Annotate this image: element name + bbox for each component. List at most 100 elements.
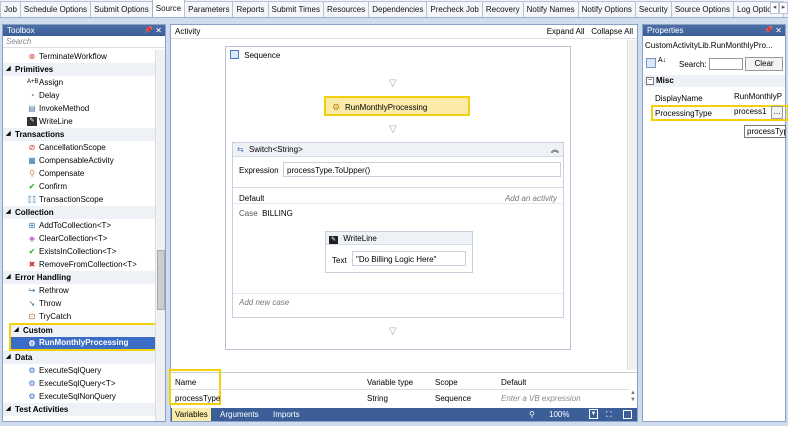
tab-imports[interactable]: Imports <box>273 408 300 421</box>
variable-name-cell[interactable]: processType <box>175 394 220 403</box>
pin-icon[interactable]: 📌 <box>764 25 773 36</box>
tab-submit-options[interactable]: Submit Options <box>90 1 153 17</box>
tab-parameters[interactable]: Parameters <box>184 1 234 17</box>
prop-value-processingtype[interactable]: process1 <box>734 107 770 116</box>
properties-clear-button[interactable]: Clear <box>745 57 783 71</box>
zoom-search-icon[interactable]: ⚲ <box>529 408 535 421</box>
tab-scroll-left-icon[interactable]: ◂ <box>770 2 779 14</box>
toolbox-category-error-handling[interactable]: ◢ Error Handling <box>3 271 155 284</box>
col-header-variable-type: Variable type <box>367 378 414 387</box>
tab-submit-times[interactable]: Submit Times <box>267 1 324 17</box>
grid-scroll-icon[interactable]: ▲ ▼ <box>630 390 636 404</box>
tab-variables[interactable]: Variables <box>172 408 211 421</box>
tab-scroll-right-icon[interactable]: ▸ <box>779 2 788 14</box>
variable-scope-cell[interactable]: Sequence <box>435 394 471 403</box>
toolbox-item-confirm[interactable]: ✔ Confirm <box>3 180 155 193</box>
toolbox-item-addtocollection[interactable]: ⊞ AddToCollection<T> <box>3 219 155 232</box>
switch-activity[interactable]: ⇆ Switch<String> ︽ Expression processTyp… <box>232 142 564 318</box>
toolbox-panel: Toolbox 📌 ✕ Search ⊗ TerminateWorkflow ◢ P… <box>2 24 166 422</box>
toolbox-item-writeline[interactable]: ✎ WriteLine <box>3 115 155 128</box>
designer-scrollbar[interactable] <box>627 40 637 370</box>
case-divider <box>233 203 563 204</box>
toolbox-item-executesqlnonquery[interactable]: ⚙ ExecuteSqlNonQuery <box>3 390 155 403</box>
toolbox-category-data[interactable]: ◢ Data <box>3 351 155 364</box>
toolbox-item-terminateworkflow[interactable]: ⊗ TerminateWorkflow <box>3 50 155 63</box>
tab-security[interactable]: Security <box>634 1 672 17</box>
toolbox-category-test-activities[interactable]: ◢ Test Activities <box>3 403 155 416</box>
designer-scroll-thumb[interactable] <box>629 50 637 355</box>
toolbox-category-collection[interactable]: ◢ Collection <box>3 206 155 219</box>
toolbox-item-clearcollection[interactable]: ◈ ClearCollection<T> <box>3 232 155 245</box>
toolbox-item-delay[interactable]: ◔ Delay <box>3 89 155 102</box>
grid-header-divider <box>171 389 629 390</box>
add-case-divider <box>233 293 563 294</box>
toolbox-item-invokemethod[interactable]: ▤ InvokeMethod <box>3 102 155 115</box>
zoom-dropdown-icon[interactable]: ▼ <box>589 409 598 419</box>
add-activity-hint[interactable]: Add an activity <box>505 194 557 203</box>
sort-az-icon[interactable]: A↓ <box>658 57 666 64</box>
col-header-name: Name <box>175 378 197 387</box>
tab-notify-options[interactable]: Notify Options <box>577 1 636 17</box>
tab-notify-names[interactable]: Notify Names <box>522 1 579 17</box>
toolbox-item-throw[interactable]: ➘ Throw <box>3 297 155 310</box>
tab-dependencies[interactable]: Dependencies <box>368 1 428 17</box>
add-new-case-link[interactable]: Add new case <box>239 298 289 307</box>
tab-schedule-options[interactable]: Schedule Options <box>19 1 92 17</box>
collapse-all-link[interactable]: Collapse All <box>591 27 633 36</box>
sequence-activity[interactable]: Sequence ▽ ⚙ RunMonthlyProcessing ▽ ⇆ Sw… <box>225 46 571 350</box>
gear-icon: ⚙ <box>28 379 36 388</box>
toolbox-scroll-thumb[interactable] <box>157 250 165 310</box>
tab-job[interactable]: Job <box>0 1 21 17</box>
toolbox-item-removefromcollection[interactable]: ✖ RemoveFromCollection<T> <box>3 258 155 271</box>
tab-recovery[interactable]: Recovery <box>481 1 524 17</box>
processingtype-ellipsis-button[interactable]: … <box>771 106 783 119</box>
toolbox-header: Toolbox 📌 ✕ <box>3 25 165 36</box>
toolbox-item-runmonthlyprocessing[interactable]: ⚙ RunMonthlyProcessing <box>9 337 155 351</box>
pin-icon[interactable]: 📌 <box>144 25 153 36</box>
tab-arguments[interactable]: Arguments <box>220 408 259 421</box>
drop-arrow-icon: ▽ <box>389 326 397 337</box>
toolbox-item-trycatch[interactable]: ⊡ TryCatch <box>3 310 155 323</box>
expression-input[interactable]: processType.ToUpper() <box>283 162 561 177</box>
tab-resources[interactable]: Resources <box>322 1 370 17</box>
toolbox-category-transactions[interactable]: ◢ Transactions <box>3 128 155 141</box>
collapse-box-icon[interactable]: − <box>646 77 654 85</box>
toolbox-item-cancellationscope[interactable]: ⊘ CancellationScope <box>3 141 155 154</box>
tab-source[interactable]: Source <box>151 0 186 17</box>
toolbox-item-compensate[interactable]: ⚲ Compensate <box>3 167 155 180</box>
collapse-chevron-icon[interactable]: ︽ <box>551 143 559 157</box>
designer-bottom-bar: Variables Arguments Imports ⚲ 100% ▼ ⛶ <box>171 408 637 421</box>
toolbox-item-compensableactivity[interactable]: ▦ CompensableActivity <box>3 154 155 167</box>
properties-search-input[interactable] <box>709 58 743 70</box>
overview-map-icon[interactable] <box>623 410 632 419</box>
toolbox-item-assign[interactable]: A+B Assign <box>3 76 155 89</box>
properties-header: Properties 📌 ✕ <box>643 25 785 36</box>
properties-title: Properties <box>647 26 684 35</box>
runmonthlyprocessing-activity[interactable]: ⚙ RunMonthlyProcessing <box>324 96 470 116</box>
prop-value-displayname[interactable]: RunMonthlyP <box>734 92 786 101</box>
run-activity-label: RunMonthlyProcessing <box>345 103 428 112</box>
tab-precheck-job[interactable]: Precheck Job <box>426 1 483 17</box>
variable-default-input[interactable]: Enter a VB expression <box>501 394 581 403</box>
properties-section-misc[interactable]: − Misc <box>644 75 785 87</box>
fit-to-screen-icon[interactable]: ⛶ <box>606 408 612 421</box>
toolbox-category-custom[interactable]: ◢ Custom <box>9 323 155 337</box>
toolbox-item-executesqlquery[interactable]: ⚙ ExecuteSqlQuery <box>3 364 155 377</box>
categorized-view-icon[interactable] <box>646 58 656 68</box>
tab-reports[interactable]: Reports <box>232 1 269 17</box>
toolbox-item-executesqlquery-t[interactable]: ⚙ ExecuteSqlQuery<T> <box>3 377 155 390</box>
close-icon[interactable]: ✕ <box>775 25 782 36</box>
toolbox-item-transactionscope[interactable]: ⟦⟧ TransactionScope <box>3 193 155 206</box>
close-icon[interactable]: ✕ <box>155 25 162 36</box>
text-input[interactable]: "Do Billing Logic Here" <box>352 251 466 266</box>
toolbox-category-primitives[interactable]: ◢ Primitives <box>3 63 155 76</box>
tab-source-options[interactable]: Source Options <box>670 1 734 17</box>
expand-all-link[interactable]: Expand All <box>547 27 585 36</box>
toolbox-item-rethrow[interactable]: ↪ Rethrow <box>3 284 155 297</box>
toolbox-item-existsincollection[interactable]: ✔ ExistsInCollection<T> <box>3 245 155 258</box>
toolbox-search-input[interactable]: Search <box>3 36 165 48</box>
writeline-activity[interactable]: ✎ WriteLine Text "Do Billing Logic Here" <box>325 231 473 273</box>
toolbox-scrollbar[interactable] <box>155 50 165 421</box>
properties-panel: Properties 📌 ✕ CustomActivityLib.RunMont… <box>642 24 788 422</box>
variable-type-cell[interactable]: String <box>367 394 388 403</box>
